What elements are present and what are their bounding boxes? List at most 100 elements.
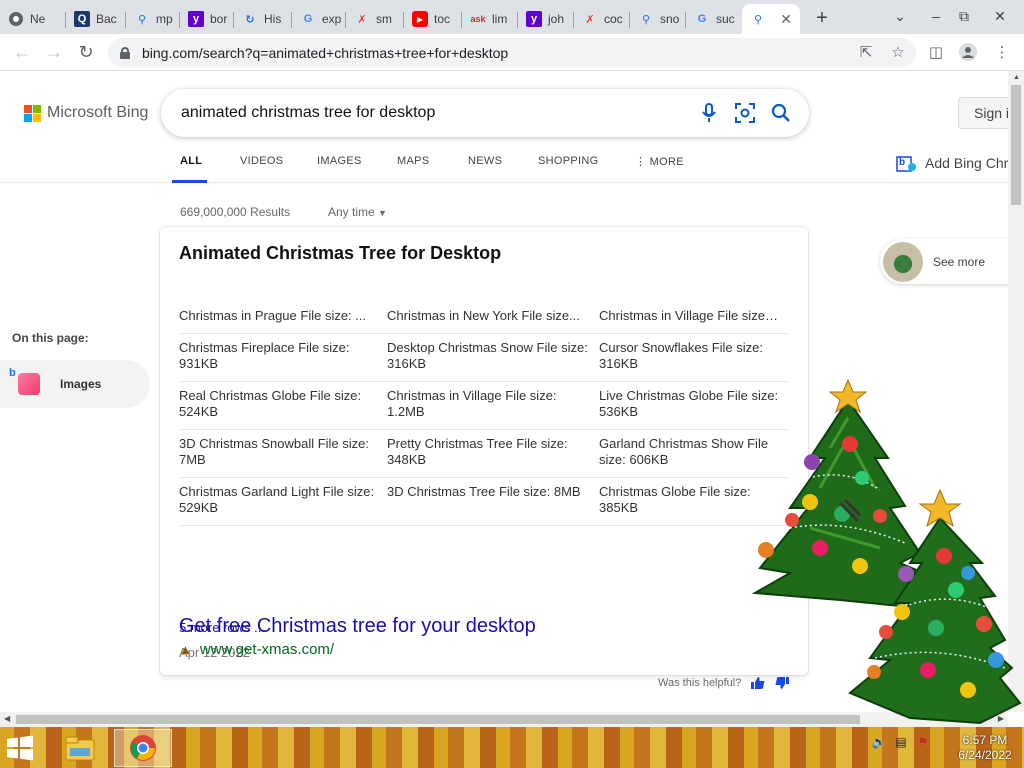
grid-cell[interactable]: Desktop Christmas Snow File size: 316KB (387, 340, 599, 372)
scroll-up-icon[interactable]: ▲ (1013, 74, 1020, 81)
dropdown-arrow-icon: ▼ (378, 208, 387, 218)
on-this-page-images[interactable]: Images (0, 360, 150, 408)
bing-logo[interactable]: Microsoft Bing (24, 104, 148, 122)
tab-8[interactable]: ▶ toc (404, 4, 462, 34)
tab-label: exp (322, 12, 342, 26)
table-row: Real Christmas Globe File size: 524KB Ch… (179, 382, 789, 430)
windows-start-button[interactable] (6, 735, 34, 761)
taskbar-clock[interactable]: 6:57 PM 6/24/2022 (950, 733, 1020, 763)
yahoo-icon: y (188, 11, 204, 27)
tab-5[interactable]: ↻ His (234, 4, 292, 34)
bing-extension-icon: b (896, 153, 918, 173)
scope-news[interactable]: NEWS (468, 155, 502, 167)
tab-4[interactable]: y bor (180, 4, 234, 34)
scope-more[interactable]: ⋮ MORE (635, 155, 684, 168)
grid-cell[interactable]: Christmas in Village File size: 1... (599, 308, 789, 324)
scope-images[interactable]: IMAGES (317, 155, 362, 167)
grid-cell[interactable]: Real Christmas Globe File size: 524KB (179, 388, 387, 420)
tab-7[interactable]: ✗ sm (346, 4, 404, 34)
profile-icon[interactable] (958, 42, 978, 62)
grid-cell[interactable]: Christmas in Prague File size: ... (179, 308, 387, 324)
more-dots-icon: ⋮ (635, 156, 647, 168)
new-tab-button[interactable]: + (810, 6, 834, 30)
tree-favicon-icon: ▲ (179, 642, 192, 657)
back-icon[interactable]: ← (10, 40, 34, 64)
clock-date: 6/24/2022 (958, 748, 1012, 762)
tool-icon: ✗ (585, 13, 595, 26)
file-grid: Christmas in Prague File size: ... Chris… (179, 302, 789, 526)
bookmark-star-icon[interactable]: ☆ (888, 42, 908, 62)
search-input[interactable]: animated christmas tree for desktop (181, 104, 695, 122)
side-panel-icon[interactable]: ◫ (926, 42, 946, 62)
search-icon[interactable] (767, 99, 795, 127)
close-window-icon[interactable]: ✕ (988, 4, 1012, 28)
tab-13[interactable]: G suc (686, 4, 742, 34)
menu-icon[interactable]: ⋮ (992, 42, 1012, 62)
restore-icon[interactable]: ⧉ (952, 4, 976, 28)
sign-in-button[interactable]: Sign i (958, 97, 1008, 129)
add-bing-extension[interactable]: b Add Bing Chro (896, 153, 1008, 173)
see-more-button[interactable]: See more (880, 239, 1008, 284)
tab-label: His (264, 12, 282, 26)
search-box[interactable]: animated christmas tree for desktop (161, 89, 809, 137)
visual-search-icon[interactable] (731, 99, 759, 127)
microphone-icon[interactable] (695, 99, 723, 127)
youtube-icon: ▶ (412, 11, 428, 27)
windows-taskbar: 🔈 ▤ ⚑ 6:57 PM 6/24/2022 (0, 727, 1024, 768)
result-url-text: www.get-xmas.com/ (199, 641, 335, 658)
table-row: 3D Christmas Snowball File size: 7MB Pre… (179, 430, 789, 478)
tab-12[interactable]: ⚲ sno (630, 4, 686, 34)
url-text[interactable]: bing.com/search?q=animated+christmas+tre… (142, 45, 508, 61)
grid-cell[interactable]: Christmas in New York File size... (387, 308, 599, 324)
microsoft-logo-icon (24, 104, 41, 122)
vertical-scroll-thumb[interactable] (1011, 85, 1021, 205)
tab-6[interactable]: G exp (292, 4, 346, 34)
address-bar[interactable]: bing.com/search?q=animated+christmas+tre… (108, 38, 916, 67)
reload-icon[interactable]: ↻ (74, 40, 98, 64)
network-icon[interactable]: ▤ (892, 733, 910, 751)
tool-icon: ✗ (357, 13, 367, 26)
christmas-trees-animation (751, 378, 1022, 725)
tab-1[interactable]: Ne (0, 4, 66, 34)
close-tab-icon[interactable]: ✕ (780, 11, 792, 28)
time-filter-dropdown[interactable]: Any time ▼ (328, 205, 387, 219)
grid-cell[interactable]: Christmas Fireplace File size: 931KB (179, 340, 387, 372)
grid-cell[interactable]: 3D Christmas Snowball File size: 7MB (179, 436, 387, 468)
minimize-icon[interactable]: – (924, 4, 948, 28)
tab-9[interactable]: ask lim (462, 4, 518, 34)
forward-icon[interactable]: → (42, 40, 66, 64)
result-url[interactable]: ▲ www.get-xmas.com/ (179, 641, 334, 658)
tab-label: toc (434, 12, 451, 26)
bing-search-icon: ⚲ (641, 13, 651, 26)
tab-11[interactable]: ✗ coc (574, 4, 630, 34)
horizontal-scroll-thumb[interactable] (16, 715, 860, 724)
tab-label: lim (492, 12, 508, 26)
tree-thumbnail (883, 241, 923, 282)
scope-all[interactable]: ALL (180, 155, 202, 167)
tab-3[interactable]: ⚲ mp (126, 4, 180, 34)
tab-2[interactable]: Q Bac (66, 4, 126, 34)
scope-shopping[interactable]: SHOPPING (538, 155, 598, 167)
q-icon: Q (74, 11, 90, 27)
grid-cell[interactable]: Christmas Garland Light File size: 529KB (179, 484, 387, 516)
tab-label: Ne (30, 12, 46, 26)
svg-text:b: b (899, 157, 905, 168)
share-icon[interactable]: ⇱ (856, 42, 876, 62)
tab-search-icon[interactable]: ⌄ (888, 4, 912, 28)
grid-cell[interactable]: Cursor Snowflakes File size: 316KB (599, 340, 789, 372)
tab-label: suc (716, 12, 735, 26)
tab-10[interactable]: y joh (518, 4, 574, 34)
scroll-left-icon[interactable]: ◀ (4, 714, 10, 723)
volume-muted-icon[interactable]: 🔈 (870, 733, 888, 751)
tab-active[interactable]: ⚲ ✕ (742, 4, 800, 34)
file-explorer-icon[interactable] (58, 729, 102, 767)
scope-videos[interactable]: VIDEOS (240, 155, 283, 167)
on-this-page-item-label: Images (60, 377, 102, 391)
grid-cell[interactable]: 3D Christmas Tree File size: 8MB (387, 484, 599, 516)
action-center-flag-icon[interactable]: ⚑ (914, 733, 932, 751)
scope-maps[interactable]: MAPS (397, 155, 429, 167)
grid-cell[interactable]: Christmas in Village File size: 1.2MB (387, 388, 599, 420)
grid-cell[interactable]: Pretty Christmas Tree File size: 348KB (387, 436, 599, 468)
chrome-taskbar-icon[interactable] (114, 729, 172, 767)
result-title-link[interactable]: Get free Christmas tree for your desktop (179, 615, 536, 638)
